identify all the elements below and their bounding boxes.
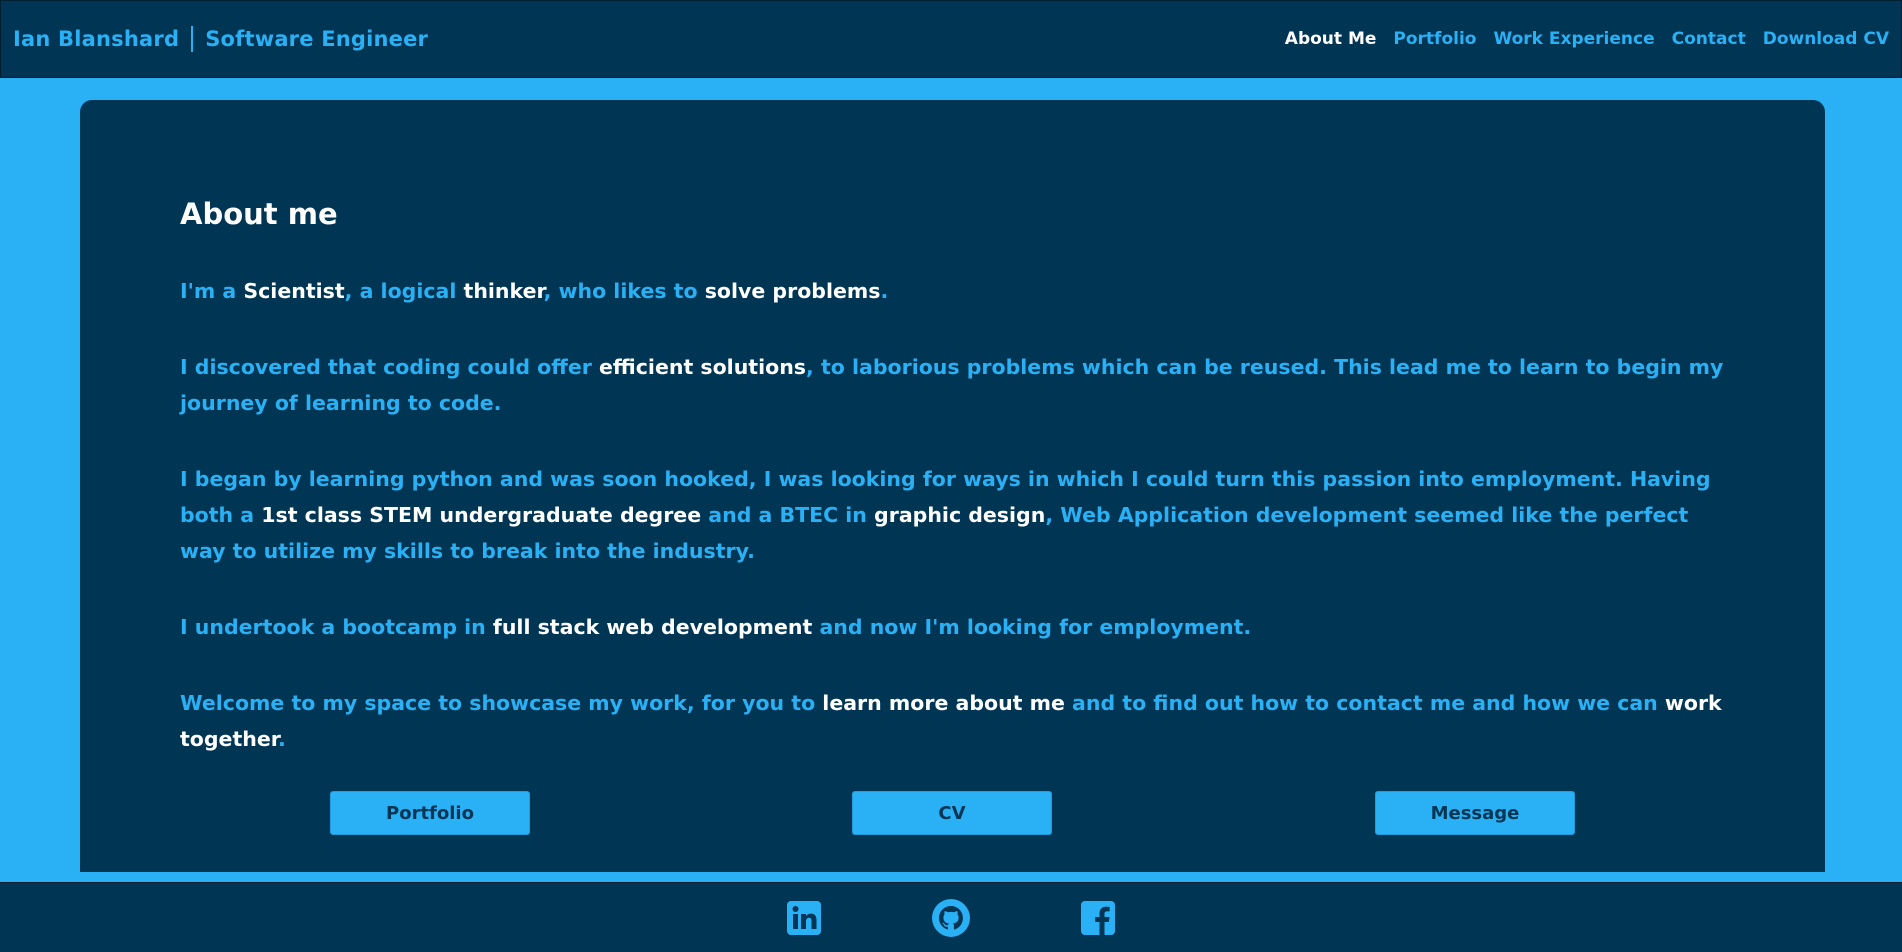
body-text: and now I'm looking for employment. [812,615,1252,639]
message-button[interactable]: Message [1375,791,1575,835]
body-text: . [880,279,889,303]
brand-divider [191,26,194,52]
cv-button[interactable]: CV [852,791,1052,835]
body-text: I discovered that coding could offer [180,355,600,379]
page-title: About me [180,197,338,231]
nav-portfolio[interactable]: Portfolio [1393,29,1476,49]
linkedin-icon[interactable] [784,898,824,938]
body-text: . [277,727,286,751]
about-paragraph: I began by learning python and was soon … [180,461,1725,569]
facebook-icon[interactable] [1078,898,1118,938]
body-text: I undertook a bootcamp in [180,615,493,639]
nav-about-me[interactable]: About Me [1285,29,1377,49]
highlight-text: thinker [463,279,544,303]
nav-work-experience[interactable]: Work Experience [1493,29,1654,49]
body-text: Welcome to my space to showcase my work,… [180,691,823,715]
brand-name: Ian Blanshard [13,27,180,51]
about-card: About me I'm a Scientist, a logical thin… [80,100,1825,872]
about-paragraph: Welcome to my space to showcase my work,… [180,685,1725,757]
main-nav: About Me Portfolio Work Experience Conta… [1285,29,1889,49]
about-paragraph: I undertook a bootcamp in full stack web… [180,609,1725,645]
nav-download-cv[interactable]: Download CV [1763,29,1889,49]
brand-role: Software Engineer [205,27,429,51]
body-text: and a BTEC in [701,503,875,527]
body-text: , a logical [344,279,464,303]
about-paragraph: I discovered that coding could offer eff… [180,349,1725,421]
highlight-text: efficient solutions [599,355,807,379]
about-paragraph: I'm a Scientist, a logical thinker, who … [180,273,1725,309]
about-content: About me I'm a Scientist, a logical thin… [180,200,1725,797]
github-icon[interactable] [931,898,971,938]
footer [0,882,1902,952]
highlight-text: Scientist [243,279,345,303]
body-text: I'm a [180,279,244,303]
top-navbar: Ian Blanshard Software Engineer About Me… [0,0,1902,78]
nav-contact[interactable]: Contact [1672,29,1746,49]
about-paragraphs: I'm a Scientist, a logical thinker, who … [180,273,1725,757]
highlight-text: full stack web development [492,615,813,639]
body-text: , who likes to [543,279,705,303]
highlight-text: learn more about me [822,691,1065,715]
highlight-text: 1st class STEM undergraduate degree [261,503,702,527]
body-text: and to find out how to contact me and ho… [1064,691,1665,715]
site-brand[interactable]: Ian Blanshard Software Engineer [13,26,428,52]
highlight-text: solve problems [704,279,881,303]
portfolio-button[interactable]: Portfolio [330,791,530,835]
highlight-text: graphic design [874,503,1046,527]
